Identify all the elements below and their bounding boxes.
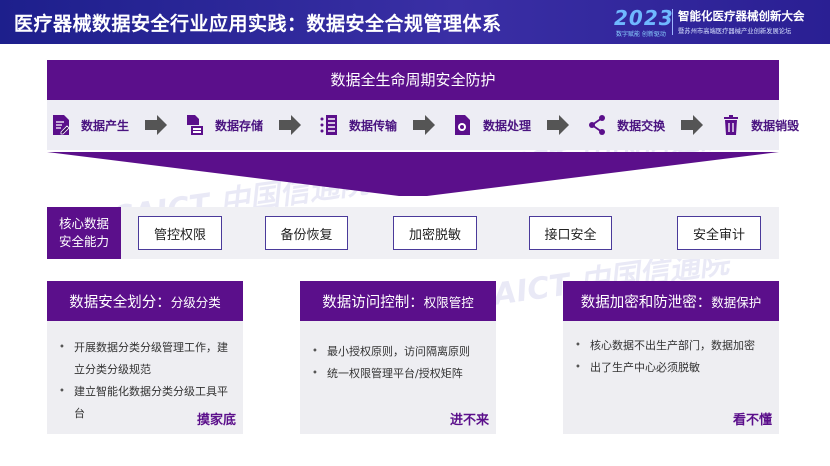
stage-label: 数据处理 [483, 118, 532, 133]
conference-subtitle: 暨苏州市高端医疗器械产业创新发展论坛 [678, 28, 792, 35]
core-capabilities-label: 核心数据 安全能力 [47, 207, 121, 259]
stage-data-exchange: 数据交换 [587, 100, 665, 150]
stage-data-generation: 数据产生 [51, 100, 129, 150]
core-capabilities-row: 核心数据 安全能力 管控权限 备份恢复 加密脱敏 接口安全 安全审计 [47, 207, 779, 259]
card-header: 数据加密和防泄密： 数据保护 [563, 281, 779, 321]
stage-label: 数据交换 [617, 118, 666, 133]
right-arrow-icon [681, 114, 704, 136]
list-item: 核心数据不出生产部门，数据加密 [575, 335, 771, 357]
list-item: 出了生产中心必须脱敏 [575, 357, 771, 379]
page-title: 医疗器械数据安全行业应用实践：数据安全合规管理体系 [14, 13, 502, 35]
core-label-line2: 安全能力 [58, 234, 109, 249]
lifecycle-stages: 数据产生 数据存储 数据传输 数据处理 数据交换 数据销毁 [47, 100, 799, 150]
capability-backup-recovery: 备份恢复 [265, 216, 348, 250]
list-item: 最小授权原则，访问隔离原则 [312, 341, 488, 363]
right-arrow-icon [413, 114, 436, 136]
stage-label: 数据销毁 [751, 118, 800, 133]
stage-data-storage: 数据存储 [185, 100, 263, 150]
capability-encryption-masking: 加密脱敏 [393, 216, 477, 250]
stage-data-processing: 数据处理 [453, 100, 531, 150]
stage-data-transfer: 数据传输 [319, 100, 397, 150]
capability-interface-security: 接口安全 [529, 216, 612, 250]
card-bullets: 核心数据不出生产部门，数据加密 出了生产中心必须脱敏 [575, 335, 771, 379]
card-subtitle: 权限管控 [423, 294, 474, 310]
card-footer: 摸家底 [196, 413, 236, 428]
card-title: 数据安全划分： [69, 294, 171, 311]
lifecycle-title: 数据全生命周期安全防护 [330, 71, 496, 89]
card-encryption-protection: 数据加密和防泄密：数据保护 核心数据不出生产部门，数据加密 出了生产中心必须脱敏… [563, 281, 779, 434]
list-item: 统一权限管理平台/授权矩阵 [312, 363, 488, 385]
right-arrow-icon [279, 114, 302, 136]
conference-year: 2023 [614, 6, 674, 30]
card-title: 数据访问控制： [322, 294, 424, 311]
card-footer: 看不懂 [732, 413, 772, 428]
share-icon [587, 114, 607, 136]
document-process-icon [453, 114, 473, 136]
core-label-line1: 核心数据 [58, 216, 109, 231]
right-arrow-icon [547, 114, 570, 136]
card-header: 数据访问控制： 权限管控 [300, 281, 496, 321]
conference-slogan: 数字赋能 创新驱动 [616, 31, 666, 38]
card-header: 数据安全划分： 分级分类 [47, 281, 243, 321]
conference-divider [672, 9, 673, 35]
card-title: 数据加密和防泄密： [580, 294, 712, 311]
document-storage-icon [185, 114, 205, 136]
transfer-list-icon [319, 114, 339, 136]
stage-data-destruction: 数据销毁 [721, 100, 799, 150]
lifecycle-banner: 数据全生命周期安全防护 [47, 60, 779, 100]
card-bullets: 最小授权原则，访问隔离原则 统一权限管理平台/授权矩阵 [312, 341, 488, 385]
conference-name: 智能化医疗器械创新大会 [678, 9, 805, 23]
stage-label: 数据存储 [215, 118, 264, 133]
card-data-classification: 数据安全划分：分级分类 开展数据分类分级管理工作，建立分类分级规范 建立智能化数… [47, 281, 243, 434]
stage-label: 数据产生 [81, 118, 130, 133]
card-access-control: 数据访问控制：权限管控 最小授权原则，访问隔离原则 统一权限管理平台/授权矩阵 … [300, 281, 496, 434]
trash-icon [721, 114, 741, 136]
capability-access-control: 管控权限 [138, 216, 222, 250]
capability-security-audit: 安全审计 [677, 216, 761, 250]
funnel-shape [47, 152, 779, 196]
card-subtitle: 数据保护 [711, 294, 762, 310]
right-arrow-icon [145, 114, 168, 136]
document-edit-icon [51, 114, 71, 136]
list-item: 开展数据分类分级管理工作，建立分类分级规范 [59, 337, 235, 381]
header-bar: 医疗器械数据安全行业应用实践：数据安全合规管理体系 2023 数字赋能 创新驱动… [0, 0, 830, 44]
card-subtitle: 分级分类 [170, 294, 221, 310]
card-footer: 进不来 [449, 413, 489, 428]
stage-label: 数据传输 [349, 118, 398, 133]
